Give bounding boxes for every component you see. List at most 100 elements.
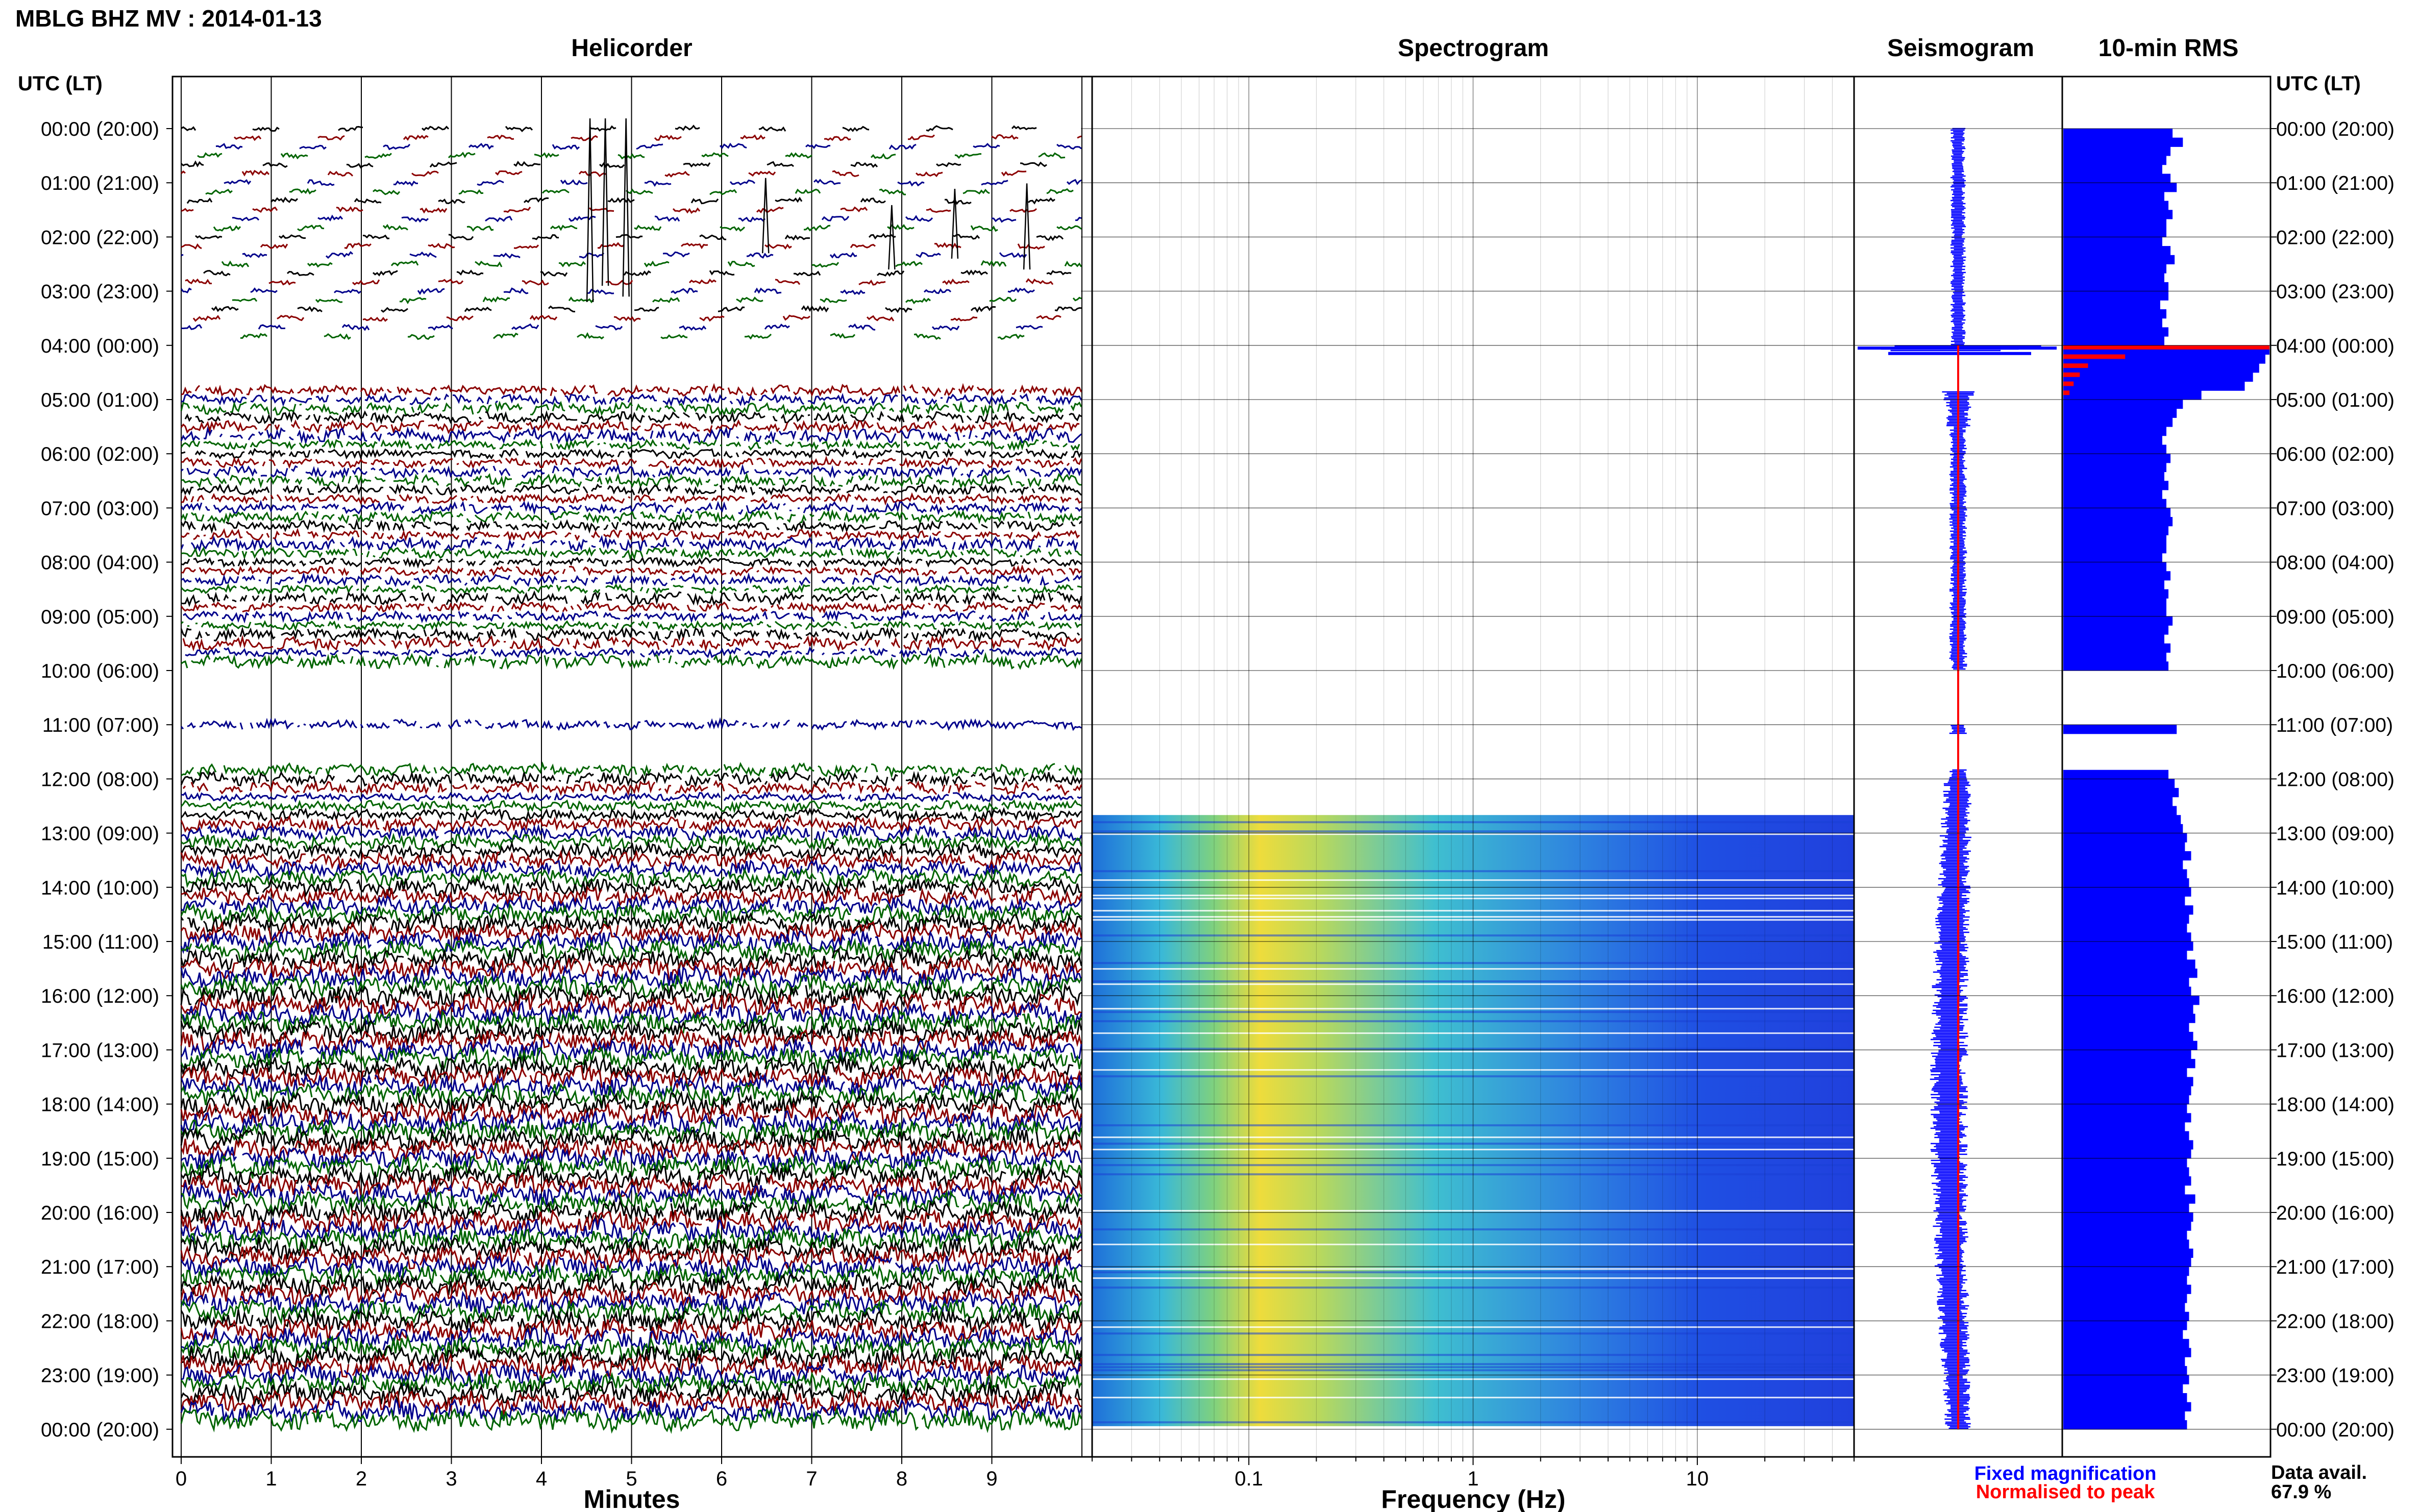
time-label-right: 00:00 (20:00) [2276, 1419, 2395, 1441]
time-label-right: 05:00 (01:00) [2276, 389, 2395, 411]
time-label-right: 16:00 (12:00) [2276, 985, 2395, 1007]
time-label-left: 09:00 (05:00) [41, 606, 159, 628]
time-label-right: 23:00 (19:00) [2276, 1365, 2395, 1387]
rms-bar [2063, 1176, 2191, 1186]
rms-bar [2063, 1140, 2193, 1150]
rms-bar [2063, 1086, 2191, 1096]
helicorder-tick-label: 1 [265, 1468, 277, 1490]
rms-bar [2063, 300, 2160, 310]
rms-bar [2063, 291, 2169, 301]
time-label-left: 08:00 (04:00) [41, 552, 159, 574]
time-axis-label-right: UTC (LT) [2276, 72, 2361, 95]
rms-bar [2063, 779, 2175, 788]
helicorder-trace [205, 188, 1074, 195]
rms-bar [2063, 1240, 2189, 1249]
data-avail-value: 67.9 % [2271, 1481, 2331, 1503]
rms-bar [2063, 1131, 2189, 1141]
rms-bar [2063, 1004, 2193, 1014]
rms-bar [2063, 824, 2183, 834]
rms-bar [2063, 1059, 2195, 1069]
legend-normalised-to-peak: Normalised to peak [1976, 1481, 2155, 1503]
helicorder-spike [1023, 183, 1031, 270]
helicorder-trace [186, 196, 1055, 205]
rms-bar [2063, 462, 2166, 473]
rms-normalised-bar [2063, 372, 2080, 377]
rms-bar [2063, 210, 2173, 219]
time-label-left: 03:00 (23:00) [41, 281, 159, 303]
rms-bar [2063, 770, 2169, 779]
rms-bar [2063, 950, 2187, 960]
rms-bar [2063, 1203, 2189, 1213]
helicorder-trace [181, 323, 1043, 331]
rms-bar [2063, 959, 2195, 969]
rms-bar [2063, 969, 2198, 978]
rms-bar [2063, 237, 2162, 246]
rms-bar [2063, 1303, 2185, 1312]
rms-bar [2063, 725, 2177, 734]
rms-bar [2063, 1167, 2189, 1177]
rms-bar [2063, 1321, 2187, 1330]
rms-bar [2063, 1384, 2183, 1394]
rms-normalised-bar [2063, 345, 2269, 350]
time-label-left: 15:00 (11:00) [42, 931, 159, 953]
time-label-right: 00:00 (20:00) [2276, 118, 2395, 140]
rms-bar [2063, 454, 2171, 463]
time-label-right: 10:00 (06:00) [2276, 660, 2395, 682]
helicorder-spike [622, 118, 630, 297]
rms-bar [2063, 146, 2171, 156]
helicorder-tick-label: 7 [806, 1468, 817, 1490]
time-label-left: 00:00 (20:00) [41, 118, 159, 140]
time-label-left: 06:00 (02:00) [41, 443, 159, 465]
helicorder-trace [181, 125, 1037, 132]
helicorder-tick-label: 4 [536, 1468, 547, 1490]
time-label-left: 18:00 (14:00) [41, 1094, 159, 1116]
helicorder-trace [180, 287, 1035, 295]
helicorder-trace [180, 419, 1080, 435]
spectrogram-panel [1092, 77, 1855, 1457]
rms-bar [2063, 806, 2177, 815]
time-label-right: 01:00 (21:00) [2276, 172, 2395, 194]
spectrogram-tick-label: 10 [1686, 1468, 1709, 1490]
rms-bar [2063, 996, 2200, 1005]
rms-bar [2063, 1149, 2191, 1159]
rms-bar [2063, 183, 2177, 192]
time-label-left: 14:00 (10:00) [41, 877, 159, 899]
rms-bar [2063, 1050, 2191, 1059]
time-label-right: 17:00 (13:00) [2276, 1039, 2395, 1061]
rms-bar [2063, 1275, 2187, 1285]
rms-bar [2063, 616, 2173, 626]
time-label-left: 21:00 (17:00) [41, 1256, 159, 1278]
rms-bar [2063, 499, 2166, 508]
spectrogram-title: Spectrogram [1398, 35, 1549, 62]
rms-bar [2063, 273, 2164, 283]
rms-bar [2063, 372, 2253, 382]
time-labels-right: 00:00 (20:00) 01:00 (21:00) 02:00 (22:00) 0… [2276, 118, 2395, 1441]
rms-bar [2063, 535, 2166, 544]
figure-title: MBLG BHZ MV : 2014-01-13 [15, 5, 322, 32]
rms-bar [2063, 408, 2177, 418]
rms-bar [2063, 896, 2185, 906]
rms-bar [2063, 634, 2164, 644]
time-label-right: 11:00 (07:00) [2276, 714, 2393, 736]
rms-bar [2063, 1411, 2185, 1421]
helicorder-trace [203, 269, 1072, 277]
time-label-right: 08:00 (04:00) [2276, 552, 2395, 574]
rms-bar [2063, 318, 2162, 328]
rms-bar [2063, 508, 2171, 517]
helicorder-trace [224, 179, 1082, 187]
time-label-left: 07:00 (03:00) [41, 498, 159, 519]
rms-bar [2063, 553, 2162, 563]
rms-bar [2063, 156, 2166, 165]
helicorder-xlabel: Minutes [584, 1485, 680, 1512]
rms-bar [2063, 1032, 2193, 1042]
rms-bar [2063, 1267, 2189, 1276]
rms-bar [2063, 923, 2187, 933]
time-label-right: 07:00 (03:00) [2276, 498, 2395, 519]
helicorder-tick-label: 6 [716, 1468, 727, 1490]
time-label-left: 10:00 (06:00) [41, 660, 159, 682]
rms-bar [2063, 1077, 2193, 1086]
rms-bar [2063, 1158, 2187, 1168]
time-label-right: 22:00 (18:00) [2276, 1310, 2395, 1332]
rms-bar [2063, 788, 2179, 798]
rms-bar [2063, 607, 2166, 617]
